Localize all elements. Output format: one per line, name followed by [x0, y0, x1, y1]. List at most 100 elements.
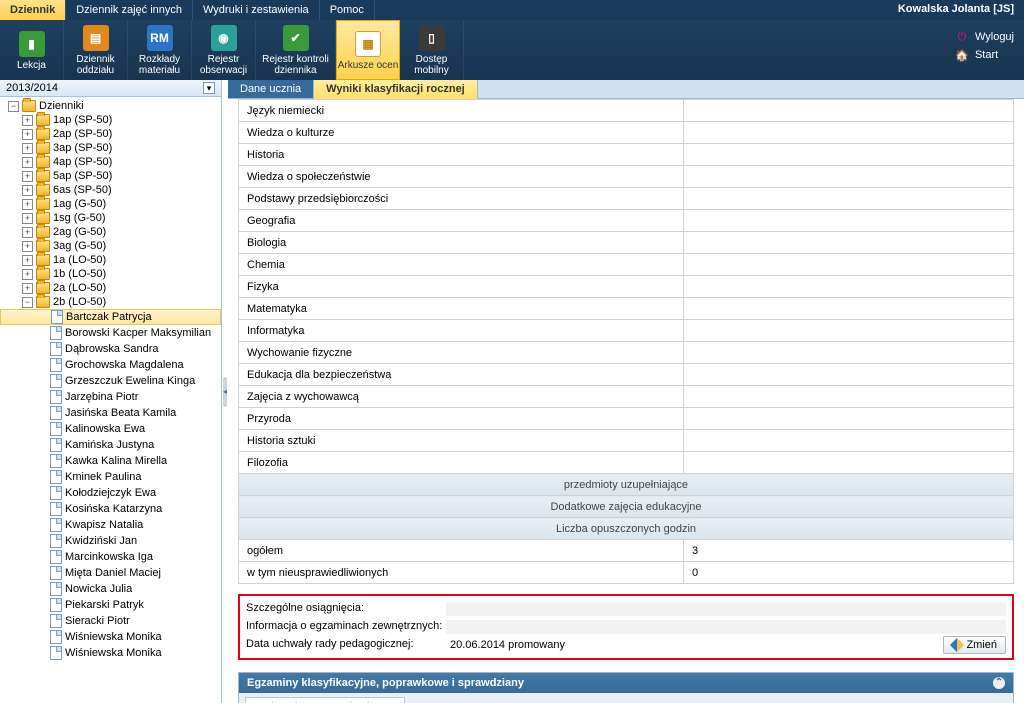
subject-cell: Historia	[239, 144, 684, 166]
table-row: w tym nieusprawiedliwionych0	[239, 562, 1014, 584]
tree-student-node[interactable]: Grzeszczuk Ewelina Kinga	[0, 373, 221, 389]
tree-student-node[interactable]: Jasińska Beata Kamila	[0, 405, 221, 421]
tree-class-node[interactable]: −2b (LO-50)	[0, 295, 221, 309]
tree-class-label: 1ag (G-50)	[53, 198, 106, 210]
expand-icon[interactable]: +	[22, 115, 33, 126]
tree-student-node[interactable]: Kamińska Justyna	[0, 437, 221, 453]
expand-icon[interactable]: +	[22, 143, 33, 154]
table-row: Wiedza o kulturze	[239, 122, 1014, 144]
tab-dziennik[interactable]: Dziennik	[0, 0, 66, 20]
expand-icon[interactable]: +	[22, 185, 33, 196]
tree-class-node[interactable]: +1ap (SP-50)	[0, 113, 221, 127]
tree-student-label: Jarzębina Piotr	[65, 391, 138, 403]
exams-search-input[interactable]	[245, 697, 405, 703]
tree-student-node[interactable]: Kosińska Katarzyna	[0, 501, 221, 517]
expand-icon[interactable]: +	[22, 255, 33, 266]
tree-student-node[interactable]: Piekarski Patryk	[0, 597, 221, 613]
tree-student-node[interactable]: Mięta Daniel Maciej	[0, 565, 221, 581]
council-date-value: 20.06.2014 promowany	[446, 638, 1006, 652]
tab-dane-ucznia[interactable]: Dane ucznia	[228, 80, 314, 98]
expand-icon[interactable]: +	[22, 213, 33, 224]
home-icon: 🏠	[955, 48, 969, 62]
tree-class-node[interactable]: +3ap (SP-50)	[0, 141, 221, 155]
tree-student-label: Piekarski Patryk	[65, 599, 144, 611]
grade-cell	[684, 276, 1014, 298]
tree-student-node[interactable]: Kołodziejczyk Ewa	[0, 485, 221, 501]
tree-root[interactable]: − Dzienniki	[0, 99, 221, 113]
tree-class-node[interactable]: +1b (LO-50)	[0, 267, 221, 281]
ribbon-dostep-mobilny[interactable]: ▯ Dostęp mobilny	[400, 20, 464, 80]
start-link[interactable]: 🏠 Start	[955, 48, 1014, 62]
content-tabs: Dane ucznia Wyniki klasyfikacji rocznej	[228, 80, 1024, 99]
tree-student-node[interactable]: Kalinowska Ewa	[0, 421, 221, 437]
collapse-icon[interactable]: −	[8, 101, 19, 112]
expand-icon[interactable]: +	[22, 241, 33, 252]
tree-student-node[interactable]: Kwapisz Natalia	[0, 517, 221, 533]
logout-link[interactable]: ⏻ Wyloguj	[955, 30, 1014, 44]
tree-student-node[interactable]: Jarzębina Piotr	[0, 389, 221, 405]
tree-student-label: Nowicka Julia	[65, 583, 132, 595]
achievements-box: Szczególne osiągnięcia: Informacja o egz…	[238, 594, 1014, 660]
tree-student-node[interactable]: Kwidziński Jan	[0, 533, 221, 549]
tree-class-node[interactable]: +2ap (SP-50)	[0, 127, 221, 141]
grade-cell	[684, 122, 1014, 144]
change-button[interactable]: Zmień	[943, 636, 1006, 654]
tree-class-node[interactable]: +2a (LO-50)	[0, 281, 221, 295]
ribbon-rejestr-obserwacji[interactable]: ◉ Rejestr obserwacji	[192, 20, 256, 80]
tree-class-node[interactable]: +2ag (G-50)	[0, 225, 221, 239]
tree-class-node[interactable]: +6as (SP-50)	[0, 183, 221, 197]
ribbon-rozklady[interactable]: RM Rozkłady materiału	[128, 20, 192, 80]
grade-cell	[684, 232, 1014, 254]
folder-icon	[36, 282, 50, 294]
tree-student-node[interactable]: Sieracki Piotr	[0, 613, 221, 629]
expand-icon[interactable]: +	[22, 129, 33, 140]
tab-wyniki-klasyfikacji[interactable]: Wyniki klasyfikacji rocznej	[314, 80, 478, 99]
collapse-panel-icon[interactable]: ⌃	[993, 677, 1005, 689]
tree-student-node[interactable]: Wiśniewska Monika	[0, 629, 221, 645]
exams-title: Egzaminy klasyfikacyjne, poprawkowe i sp…	[247, 677, 524, 689]
tab-dziennik-zajec-innych[interactable]: Dziennik zajęć innych	[66, 0, 193, 20]
ribbon-lekcja[interactable]: ▮ Lekcja	[0, 20, 64, 80]
ribbon-rejestr-kontroli[interactable]: ✔ Rejestr kontroli dziennika	[256, 20, 336, 80]
table-row: Historia sztuki	[239, 430, 1014, 452]
tree-student-node[interactable]: Marcinkowska Iga	[0, 549, 221, 565]
collapse-icon[interactable]: −	[22, 297, 33, 308]
expand-icon[interactable]: +	[22, 171, 33, 182]
check-icon: ✔	[283, 25, 309, 51]
tree-class-node[interactable]: +1sg (G-50)	[0, 211, 221, 225]
expand-icon[interactable]: +	[22, 227, 33, 238]
table-row: Podstawy przedsiębiorczości	[239, 188, 1014, 210]
tree-student-node[interactable]: Bartczak Patrycja	[0, 309, 221, 325]
tree-class-node[interactable]: +5ap (SP-50)	[0, 169, 221, 183]
tree-student-node[interactable]: Grochowska Magdalena	[0, 357, 221, 373]
tree-class-node[interactable]: +4ap (SP-50)	[0, 155, 221, 169]
tree-class-node[interactable]: +1a (LO-50)	[0, 253, 221, 267]
section-header-cell: Dodatkowe zajęcia edukacyjne	[239, 496, 1014, 518]
tree-class-node[interactable]: +1ag (G-50)	[0, 197, 221, 211]
tab-pomoc[interactable]: Pomoc	[320, 0, 375, 20]
folder-icon	[36, 114, 50, 126]
tree-student-node[interactable]: Kminek Paulina	[0, 469, 221, 485]
expand-icon[interactable]: +	[22, 157, 33, 168]
tree-student-node[interactable]: Borowski Kacper Maksymilian	[0, 325, 221, 341]
subject-cell: Wiedza o społeczeństwie	[239, 166, 684, 188]
grade-cell	[684, 408, 1014, 430]
year-selector[interactable]: 2013/2014 ▾	[0, 80, 221, 97]
subject-cell: Język niemiecki	[239, 100, 684, 122]
expand-icon[interactable]: +	[22, 199, 33, 210]
tree-student-node[interactable]: Wiśniewska Monika	[0, 645, 221, 661]
ribbon-dziennik-oddzialu[interactable]: ▤ Dziennik oddziału	[64, 20, 128, 80]
eye-icon: ◉	[211, 25, 237, 51]
grade-cell	[684, 298, 1014, 320]
tree-student-node[interactable]: Nowicka Julia	[0, 581, 221, 597]
ribbon-arkusze-ocen[interactable]: ▦ Arkusze ocen	[336, 20, 400, 80]
chevron-down-icon[interactable]: ▾	[203, 82, 215, 94]
expand-icon[interactable]: +	[22, 283, 33, 294]
expand-icon[interactable]: +	[22, 269, 33, 280]
tree-student-node[interactable]: Kawka Kalina Mirella	[0, 453, 221, 469]
tree-student-node[interactable]: Dąbrowska Sandra	[0, 341, 221, 357]
tab-wydruki[interactable]: Wydruki i zestawienia	[193, 0, 320, 20]
folder-open-icon	[22, 100, 36, 112]
power-icon: ⏻	[955, 30, 969, 44]
tree-class-node[interactable]: +3ag (G-50)	[0, 239, 221, 253]
